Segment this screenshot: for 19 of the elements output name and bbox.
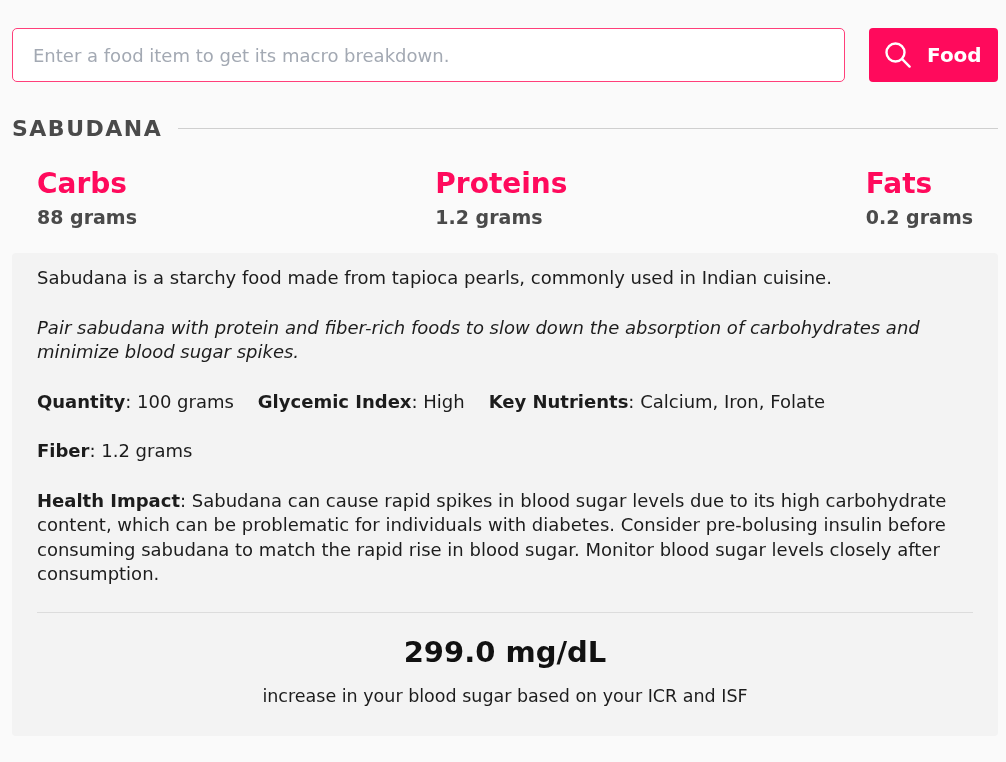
macro-name: Fats xyxy=(865,167,934,201)
fact-text: Fiber: 1.2 grams xyxy=(37,439,193,464)
description-text: Sabudana is a starchy food made from tapioca pearls, commonly used in Indian cuisine. xyxy=(37,266,833,291)
fact-text: Glycemic Index: High xyxy=(257,389,465,414)
search-icon xyxy=(885,42,912,68)
macro-name: Proteins xyxy=(435,167,568,201)
fact-text: Key Nutrients: Calcium, Iron, Folate xyxy=(488,389,826,414)
macro-name: Carbs xyxy=(37,167,128,201)
result-value: 299.0 mg/dL xyxy=(402,634,608,670)
tip-text: Pair sabudana with protein and fiber-rich foods to slow down the absorption of carbohydrates and minimize blood sugar spikes. xyxy=(37,315,921,365)
search-field[interactable]: Enter a food item to get its macro breakdown. xyxy=(12,28,845,82)
macro-amount: 1.2 grams xyxy=(435,204,544,230)
health-impact-text: Health Impact: Sabudana can cause rapid spikes in blood sugar levels due to its high carbohydrate content, which can be problematic for individuals with diabetes. Consider pre-bolusing insulin before consuming sabudana to match the rapid rise in blood sugar. Monitor blood sugar levels closely after consumption. xyxy=(37,488,948,587)
fact-text: Quantity: 100 grams xyxy=(37,389,234,414)
food-title: SABUDANA xyxy=(12,115,163,143)
macro-amount: 88 grams xyxy=(37,204,137,230)
result-caption: increase in your blood sugar based on your ICR and ISF xyxy=(261,685,749,709)
search-button[interactable]: Food xyxy=(868,28,998,82)
macro-amount: 0.2 grams xyxy=(865,204,973,230)
